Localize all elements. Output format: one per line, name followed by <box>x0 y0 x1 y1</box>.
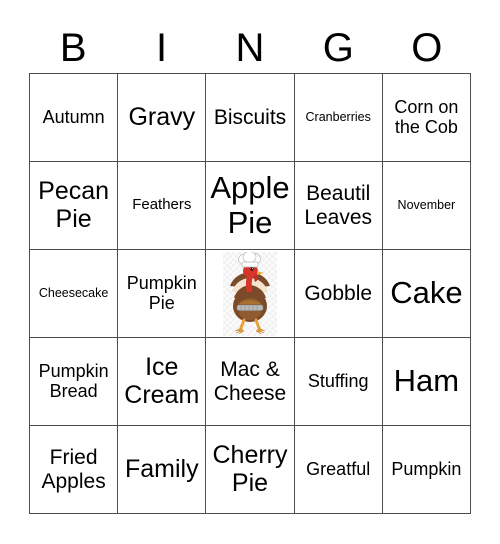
header-letter-g: G <box>322 25 354 70</box>
bingo-cell-ice-cream[interactable]: Ice Cream <box>118 338 207 426</box>
bingo-cell-feathers[interactable]: Feathers <box>118 162 207 250</box>
bingo-cell-label: Pecan Pie <box>38 177 110 233</box>
bingo-cell-biscuits[interactable]: Biscuits <box>206 74 295 162</box>
bingo-cell-label: Cherry Pie <box>212 441 288 497</box>
bingo-cell-mac-and-cheese[interactable]: Mac & Cheese <box>206 338 295 426</box>
bingo-cell-pecan-pie[interactable]: Pecan Pie <box>30 162 119 250</box>
turkey-chef-illustration <box>229 251 270 334</box>
bingo-cell-label: Greatful <box>306 458 371 479</box>
bingo-cell-label: Cake <box>390 275 463 311</box>
bingo-cell-autumn[interactable]: Autumn <box>30 74 119 162</box>
bingo-cell-pumpkin-pie[interactable]: Pumpkin Pie <box>118 250 207 338</box>
bingo-cell-cheesecake[interactable]: Cheesecake <box>30 250 119 338</box>
bingo-cell-corn-on-the-cob[interactable]: Corn on the Cob <box>382 74 471 162</box>
bingo-cell-cherry-pie[interactable]: Cherry Pie <box>206 426 295 514</box>
bingo-cell-label: Ice Cream <box>124 353 200 409</box>
bingo-cell-stuffing[interactable]: Stuffing <box>294 338 383 426</box>
bingo-cell-label: Mac & Cheese <box>213 358 287 405</box>
header-letter-i: I <box>156 25 168 70</box>
bingo-cell-label: November <box>397 197 456 212</box>
bingo-cell-label: Fried Apples <box>41 446 106 493</box>
bingo-cell-fried-apples[interactable]: Fried Apples <box>30 426 119 514</box>
bingo-cell-beautil-leaves[interactable]: Beautil Leaves <box>294 162 383 250</box>
bingo-card: B I N G O Autumn Gravy Biscuits Cranberries… <box>0 0 500 544</box>
bingo-cell-pumpkin[interactable]: Pumpkin <box>382 426 471 514</box>
bingo-cell-label: Apple Pie <box>210 170 290 240</box>
bingo-cell-ham[interactable]: Ham <box>382 338 471 426</box>
bingo-cell-label: Pumpkin Pie <box>126 272 197 313</box>
bingo-cell-label: Autumn <box>42 106 105 127</box>
bingo-cell-label: Beautil Leaves <box>304 182 373 229</box>
turkey-chef-icon <box>222 251 277 336</box>
header-letter-o: O <box>411 25 443 70</box>
bingo-cell-free-space[interactable] <box>206 250 295 338</box>
bingo-cell-apple-pie[interactable]: Apple Pie <box>206 162 295 250</box>
bingo-cell-november[interactable]: November <box>382 162 471 250</box>
bingo-cell-label: Feathers <box>132 196 192 214</box>
bingo-cell-label: Ham <box>393 363 460 399</box>
header-letter-b: B <box>59 25 87 70</box>
bingo-cell-label: Family <box>124 454 199 483</box>
bingo-grid: Autumn Gravy Biscuits Cranberries Corn on th… <box>29 73 471 514</box>
bingo-cell-gravy[interactable]: Gravy <box>118 74 207 162</box>
bingo-cell-label: Gravy <box>128 102 196 131</box>
bingo-header: B I N G O <box>29 22 471 73</box>
bingo-cell-cranberries[interactable]: Cranberries <box>294 74 383 162</box>
bingo-cell-label: Stuffing <box>307 370 369 391</box>
bingo-cell-label: Gobble <box>304 281 373 305</box>
bingo-cell-gobble[interactable]: Gobble <box>294 250 383 338</box>
bingo-cell-pumpkin-bread[interactable]: Pumpkin Bread <box>30 338 119 426</box>
bingo-cell-label: Biscuits <box>213 105 287 129</box>
bingo-cell-label: Corn on the Cob <box>394 96 459 137</box>
bingo-cell-family[interactable]: Family <box>118 426 207 514</box>
bingo-cell-label: Cranberries <box>305 109 371 124</box>
header-letter-n: N <box>235 25 265 70</box>
bingo-cell-cake[interactable]: Cake <box>382 250 471 338</box>
bingo-cell-label: Pumpkin Bread <box>38 360 109 401</box>
bingo-cell-label: Pumpkin <box>391 458 462 479</box>
bingo-cell-greatful[interactable]: Greatful <box>294 426 383 514</box>
bingo-cell-label: Cheesecake <box>38 285 109 300</box>
